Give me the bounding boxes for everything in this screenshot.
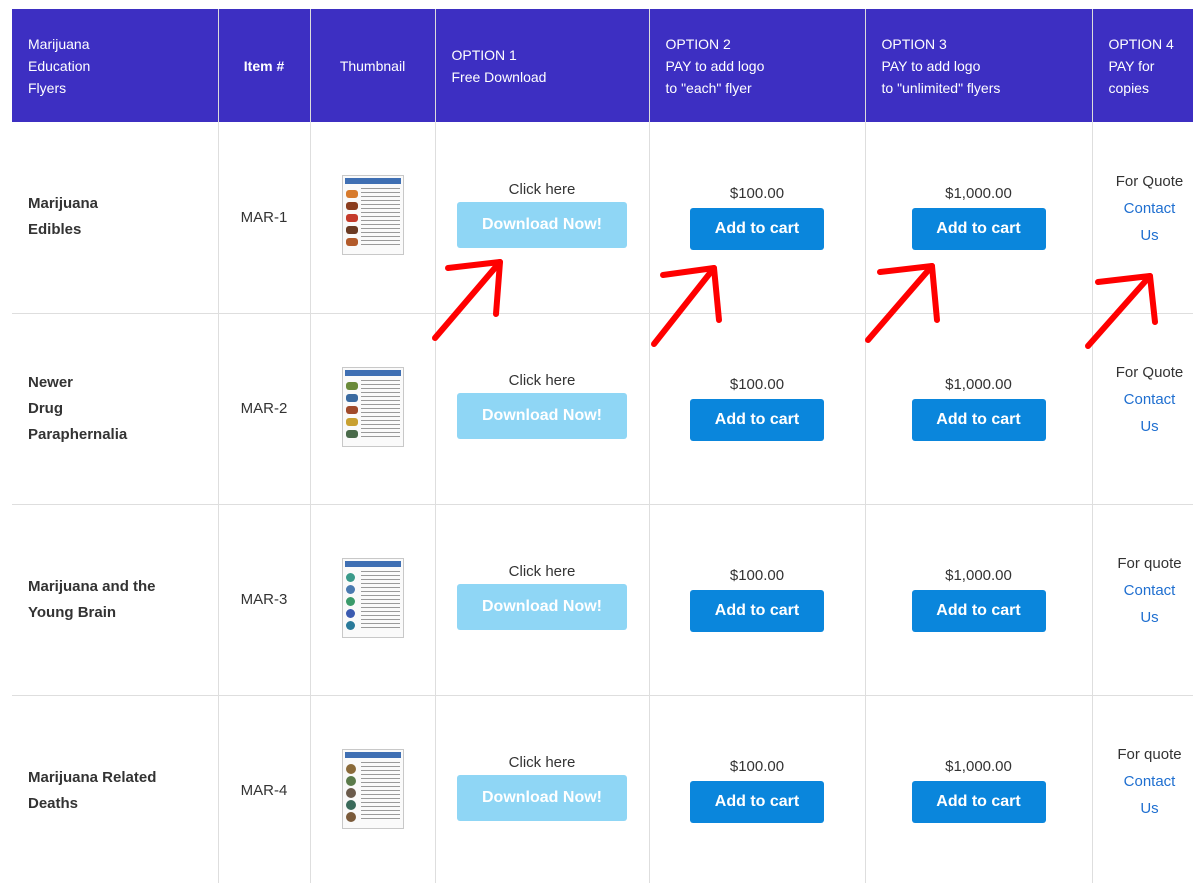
for-quote-label: For Quote (1115, 172, 1184, 190)
add-to-cart-button[interactable]: Add to cart (911, 590, 1046, 632)
header-option-3: OPTION 3 PAY to add logo to "unlimited" … (865, 9, 1093, 122)
option-1-cell: Click here Download Now! (435, 122, 650, 314)
add-to-cart-button[interactable]: Add to cart (690, 590, 824, 632)
thumbnail-cell (310, 504, 436, 696)
price-option-2: $100.00 (729, 758, 785, 775)
option-2-cell: $100.00 Add to cart (649, 122, 866, 314)
flyers-table-wrapper: Marijuana Education Flyers Item # Thumbn… (12, 9, 1193, 883)
flyer-name: Marijuana Edibles (12, 122, 219, 314)
table-header: Marijuana Education Flyers Item # Thumbn… (12, 9, 1193, 122)
table-row: Marijuana and the Young Brain MAR-3 Clic… (12, 504, 1193, 696)
contact-us-link[interactable]: Contact Us (1093, 577, 1193, 631)
table-row: Newer Drug Paraphernalia MAR-2 Click her… (12, 313, 1193, 505)
option-1-cell: Click here Download Now! (435, 695, 650, 883)
option-4-cell: For quote Contact Us (1092, 504, 1193, 696)
table-body: Marijuana Edibles MAR-1 Click here Downl… (12, 122, 1193, 883)
option-3-cell: $1,000.00 Add to cart (865, 122, 1093, 314)
header-option-2: OPTION 2 PAY to add logo to "each" flyer (649, 9, 866, 122)
thumbnail-cell (310, 122, 436, 314)
header-flyers: Marijuana Education Flyers (12, 9, 219, 122)
contact-us-link[interactable]: Contact Us (1093, 768, 1193, 822)
for-quote-label: For quote (1117, 746, 1182, 763)
click-here-label: Click here (508, 180, 576, 198)
option-4-cell: For quote Contact Us (1092, 695, 1193, 883)
click-here-label: Click here (508, 754, 576, 771)
flyer-name: Marijuana and the Young Brain (12, 504, 219, 696)
price-option-3: $1,000.00 (945, 758, 1012, 775)
for-quote-label: For Quote (1115, 364, 1184, 381)
option-4-cell: For Quote Contact Us (1092, 122, 1193, 314)
add-to-cart-button[interactable]: Add to cart (911, 207, 1046, 250)
option-2-cell: $100.00 Add to cart (649, 313, 866, 505)
table-row: Marijuana Edibles MAR-1 Click here Downl… (12, 122, 1193, 314)
header-option-4: OPTION 4 PAY for copies (1092, 9, 1193, 122)
thumbnail-flyer-image[interactable] (341, 366, 404, 447)
header-thumbnail: Thumbnail (310, 9, 436, 122)
flyer-name: Newer Drug Paraphernalia (12, 313, 219, 505)
header-item-number: Item # (218, 9, 311, 122)
thumbnail-flyer-image[interactable] (341, 748, 404, 829)
contact-us-link[interactable]: Contact Us (1093, 386, 1193, 440)
download-now-button[interactable]: Download Now! (457, 584, 627, 630)
item-number: MAR-2 (218, 313, 311, 505)
click-here-label: Click here (508, 563, 576, 580)
download-now-button[interactable]: Download Now! (457, 775, 627, 821)
option-3-cell: $1,000.00 Add to cart (865, 313, 1093, 505)
download-now-button[interactable]: Download Now! (457, 201, 627, 248)
download-now-button[interactable]: Download Now! (457, 393, 627, 439)
add-to-cart-button[interactable]: Add to cart (911, 399, 1046, 441)
item-number: MAR-3 (218, 504, 311, 696)
option-4-cell: For Quote Contact Us (1092, 313, 1193, 505)
table-row: Marijuana Related Deaths MAR-4 Click her… (12, 695, 1193, 883)
add-to-cart-button[interactable]: Add to cart (690, 781, 824, 823)
flyers-table: Marijuana Education Flyers Item # Thumbn… (12, 9, 1193, 883)
price-option-2: $100.00 (729, 567, 785, 584)
price-option-2: $100.00 (729, 376, 785, 393)
item-number: MAR-1 (218, 122, 311, 314)
contact-us-link[interactable]: Contact Us (1093, 195, 1193, 249)
thumbnail-cell (310, 695, 436, 883)
option-2-cell: $100.00 Add to cart (649, 695, 866, 883)
add-to-cart-button[interactable]: Add to cart (690, 399, 824, 441)
option-1-cell: Click here Download Now! (435, 504, 650, 696)
header-option-1: OPTION 1 Free Download (435, 9, 650, 122)
item-number: MAR-4 (218, 695, 311, 883)
option-2-cell: $100.00 Add to cart (649, 504, 866, 696)
option-1-cell: Click here Download Now! (435, 313, 650, 505)
thumbnail-flyer-image[interactable] (341, 557, 404, 638)
thumbnail-flyer-image[interactable] (341, 175, 404, 256)
price-option-3: $1,000.00 (945, 376, 1012, 393)
add-to-cart-button[interactable]: Add to cart (690, 207, 824, 250)
click-here-label: Click here (508, 372, 576, 389)
thumbnail-cell (310, 313, 436, 505)
option-3-cell: $1,000.00 Add to cart (865, 504, 1093, 696)
flyer-name: Marijuana Related Deaths (12, 695, 219, 883)
price-option-3: $1,000.00 (945, 567, 1012, 584)
option-3-cell: $1,000.00 Add to cart (865, 695, 1093, 883)
for-quote-label: For quote (1117, 555, 1182, 572)
add-to-cart-button[interactable]: Add to cart (911, 781, 1046, 823)
price-option-3: $1,000.00 (945, 184, 1012, 202)
price-option-2: $100.00 (729, 184, 785, 202)
